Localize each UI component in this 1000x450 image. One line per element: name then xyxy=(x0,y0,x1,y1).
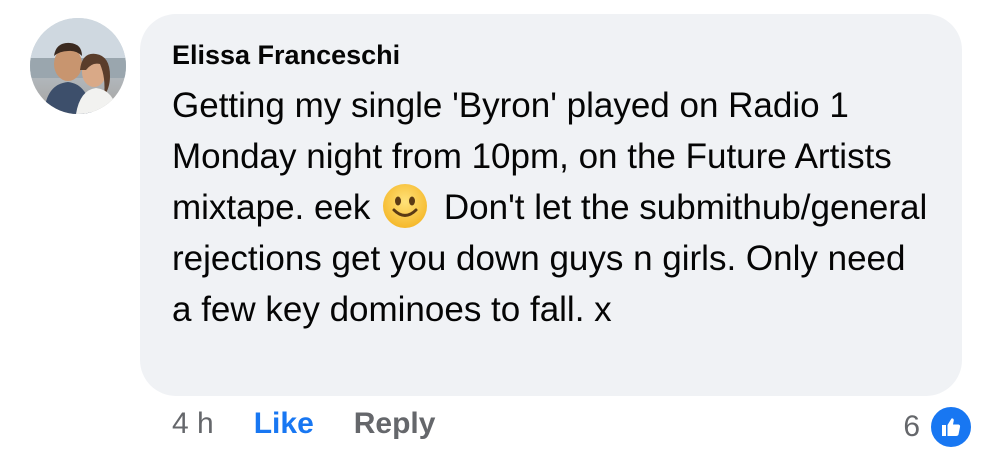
reaction-summary[interactable]: 6 xyxy=(903,404,974,450)
like-button[interactable]: Like xyxy=(254,407,314,441)
comment-actions: 4 h Like Reply xyxy=(172,407,435,441)
comment-timestamp[interactable]: 4 h xyxy=(172,407,214,441)
reaction-count: 6 xyxy=(903,410,920,443)
slightly-smiling-face-icon xyxy=(382,183,428,229)
comment-bubble: Elissa Franceschi Getting my single 'Byr… xyxy=(140,14,962,396)
like-thumbs-up-icon xyxy=(928,404,974,450)
reply-button[interactable]: Reply xyxy=(354,407,436,441)
comment-text: Getting my single 'Byron' played on Radi… xyxy=(172,80,932,335)
comment-author[interactable]: Elissa Franceschi xyxy=(172,38,932,72)
avatar[interactable] xyxy=(30,18,126,114)
